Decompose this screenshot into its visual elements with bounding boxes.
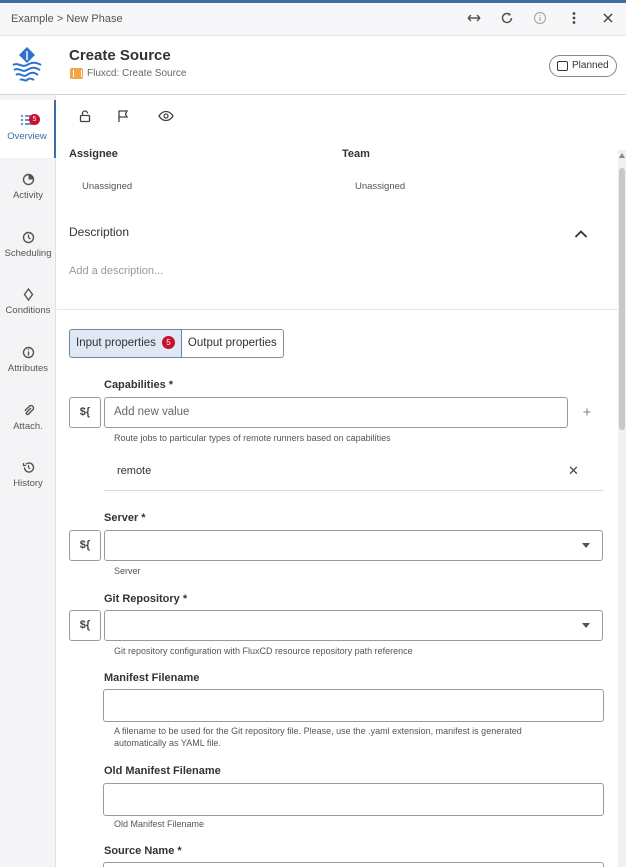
breadcrumb: Example > New Phase (11, 13, 123, 25)
sidebar-item-conditions[interactable]: Conditions (0, 287, 56, 338)
tab-label: Output properties (187, 337, 277, 349)
status-label: Planned (572, 60, 609, 71)
more-vertical-icon[interactable] (565, 11, 583, 29)
git-repository-select[interactable] (104, 610, 603, 641)
status-badge[interactable]: Planned (549, 55, 617, 77)
server-select[interactable] (104, 530, 603, 561)
sidebar-item-label: Conditions (5, 305, 51, 316)
team-label: Team (342, 148, 370, 160)
source-name-label: Source Name * (104, 845, 182, 857)
breadcrumb-item-example[interactable]: Example (11, 13, 54, 25)
tab-label: Input properties (76, 337, 156, 349)
old-manifest-filename-help: Old Manifest Filename (114, 819, 205, 829)
pie-icon (0, 173, 56, 189)
close-icon[interactable] (599, 11, 617, 29)
breadcrumb-separator: > (56, 13, 64, 25)
capabilities-value-item: remote ✕ (104, 456, 603, 491)
manifest-filename-help-line: A filename to be used for the Git reposi… (114, 726, 522, 736)
fluxcd-logo (10, 45, 44, 83)
sidebar-item-history[interactable]: History (0, 461, 56, 511)
sidebar-item-label: Overview (7, 131, 47, 142)
chevron-down-icon (582, 623, 590, 628)
info-icon (0, 346, 56, 362)
tab-output-properties[interactable]: Output properties (181, 329, 284, 358)
scrollbar[interactable] (618, 150, 626, 867)
info-icon[interactable] (531, 11, 549, 29)
description-placeholder[interactable]: Add a description... (69, 265, 163, 277)
property-tabs: Input properties 5 Output properties (69, 329, 284, 358)
history-icon (0, 461, 56, 477)
page-title: Create Source (69, 47, 171, 64)
add-icon[interactable]: + (580, 404, 594, 421)
capabilities-variable-button[interactable]: ${ (69, 397, 101, 428)
flag-icon[interactable] (116, 109, 132, 125)
team-value[interactable]: Unassigned (355, 181, 405, 192)
sidebar-item-label: Activity (12, 190, 44, 201)
capabilities-label: Capabilities * (104, 379, 174, 391)
server-label: Server * (104, 512, 146, 524)
description-label: Description (69, 225, 130, 239)
task-header: Create Source Fluxcd: Create Source Plan… (0, 36, 626, 95)
diamond-icon (0, 287, 56, 304)
git-repository-label: Git Repository * (104, 593, 188, 605)
manifest-filename-help-line: automatically as YAML file. (114, 738, 221, 748)
expand-horizontal-icon[interactable] (465, 11, 483, 29)
clock-icon (0, 231, 56, 247)
top-bar: Example > New Phase (0, 0, 626, 36)
remove-value-icon[interactable]: ✕ (568, 463, 579, 479)
sidebar-item-label: History (13, 478, 43, 489)
calendar-icon (557, 61, 568, 71)
details-sidebar: 5 Overview Activity Scheduling Condition… (0, 95, 56, 867)
capabilities-value: remote (117, 465, 152, 477)
chevron-up-icon[interactable] (574, 226, 588, 238)
list-icon (0, 114, 54, 130)
plugin-task-icon (70, 68, 83, 79)
task-type: Fluxcd: Create Source (70, 68, 187, 79)
old-manifest-filename-label: Old Manifest Filename (104, 765, 221, 777)
refresh-icon[interactable] (498, 11, 516, 29)
overview-badge: 5 (29, 114, 40, 125)
old-manifest-filename-input[interactable] (103, 783, 604, 816)
chevron-down-icon (582, 543, 590, 548)
source-name-input[interactable] (103, 862, 604, 867)
input-properties-badge: 5 (161, 336, 175, 349)
paperclip-icon (0, 404, 56, 420)
sidebar-item-label: Attach. (13, 421, 43, 432)
manifest-filename-input[interactable] (103, 689, 604, 722)
manifest-filename-label: Manifest Filename (104, 672, 200, 684)
tab-input-properties[interactable]: Input properties 5 (69, 329, 182, 358)
sidebar-item-attributes[interactable]: Attributes (0, 346, 56, 396)
sidebar-item-scheduling[interactable]: Scheduling (0, 231, 56, 281)
lock-open-icon[interactable] (78, 109, 94, 125)
scrollbar-thumb[interactable] (619, 168, 625, 430)
divider (57, 309, 626, 310)
sidebar-item-overview[interactable]: 5 Overview (0, 100, 56, 158)
server-help: Server (114, 566, 141, 576)
watch-eye-icon[interactable] (158, 109, 174, 125)
manifest-filename-help: A filename to be used for the Git reposi… (114, 725, 522, 749)
sidebar-item-attachments[interactable]: Attach. (0, 404, 56, 454)
sidebar-item-label: Attributes (7, 363, 49, 374)
assignee-value[interactable]: Unassigned (82, 181, 132, 192)
breadcrumb-item-phase[interactable]: New Phase (66, 13, 122, 25)
capabilities-help: Route jobs to particular types of remote… (114, 433, 391, 443)
git-repository-variable-button[interactable]: ${ (69, 610, 101, 641)
sidebar-item-label: Scheduling (4, 248, 52, 259)
main-panel: Assignee Unassigned Team Unassigned Desc… (57, 95, 626, 867)
sidebar-item-activity[interactable]: Activity (0, 173, 56, 223)
assignee-label: Assignee (69, 148, 118, 160)
server-variable-button[interactable]: ${ (69, 530, 101, 561)
task-type-label: Fluxcd: Create Source (87, 68, 187, 80)
capabilities-input[interactable]: Add new value (104, 397, 568, 428)
scroll-up-arrow[interactable] (619, 153, 625, 158)
git-repository-help: Git repository configuration with FluxCD… (114, 646, 413, 656)
